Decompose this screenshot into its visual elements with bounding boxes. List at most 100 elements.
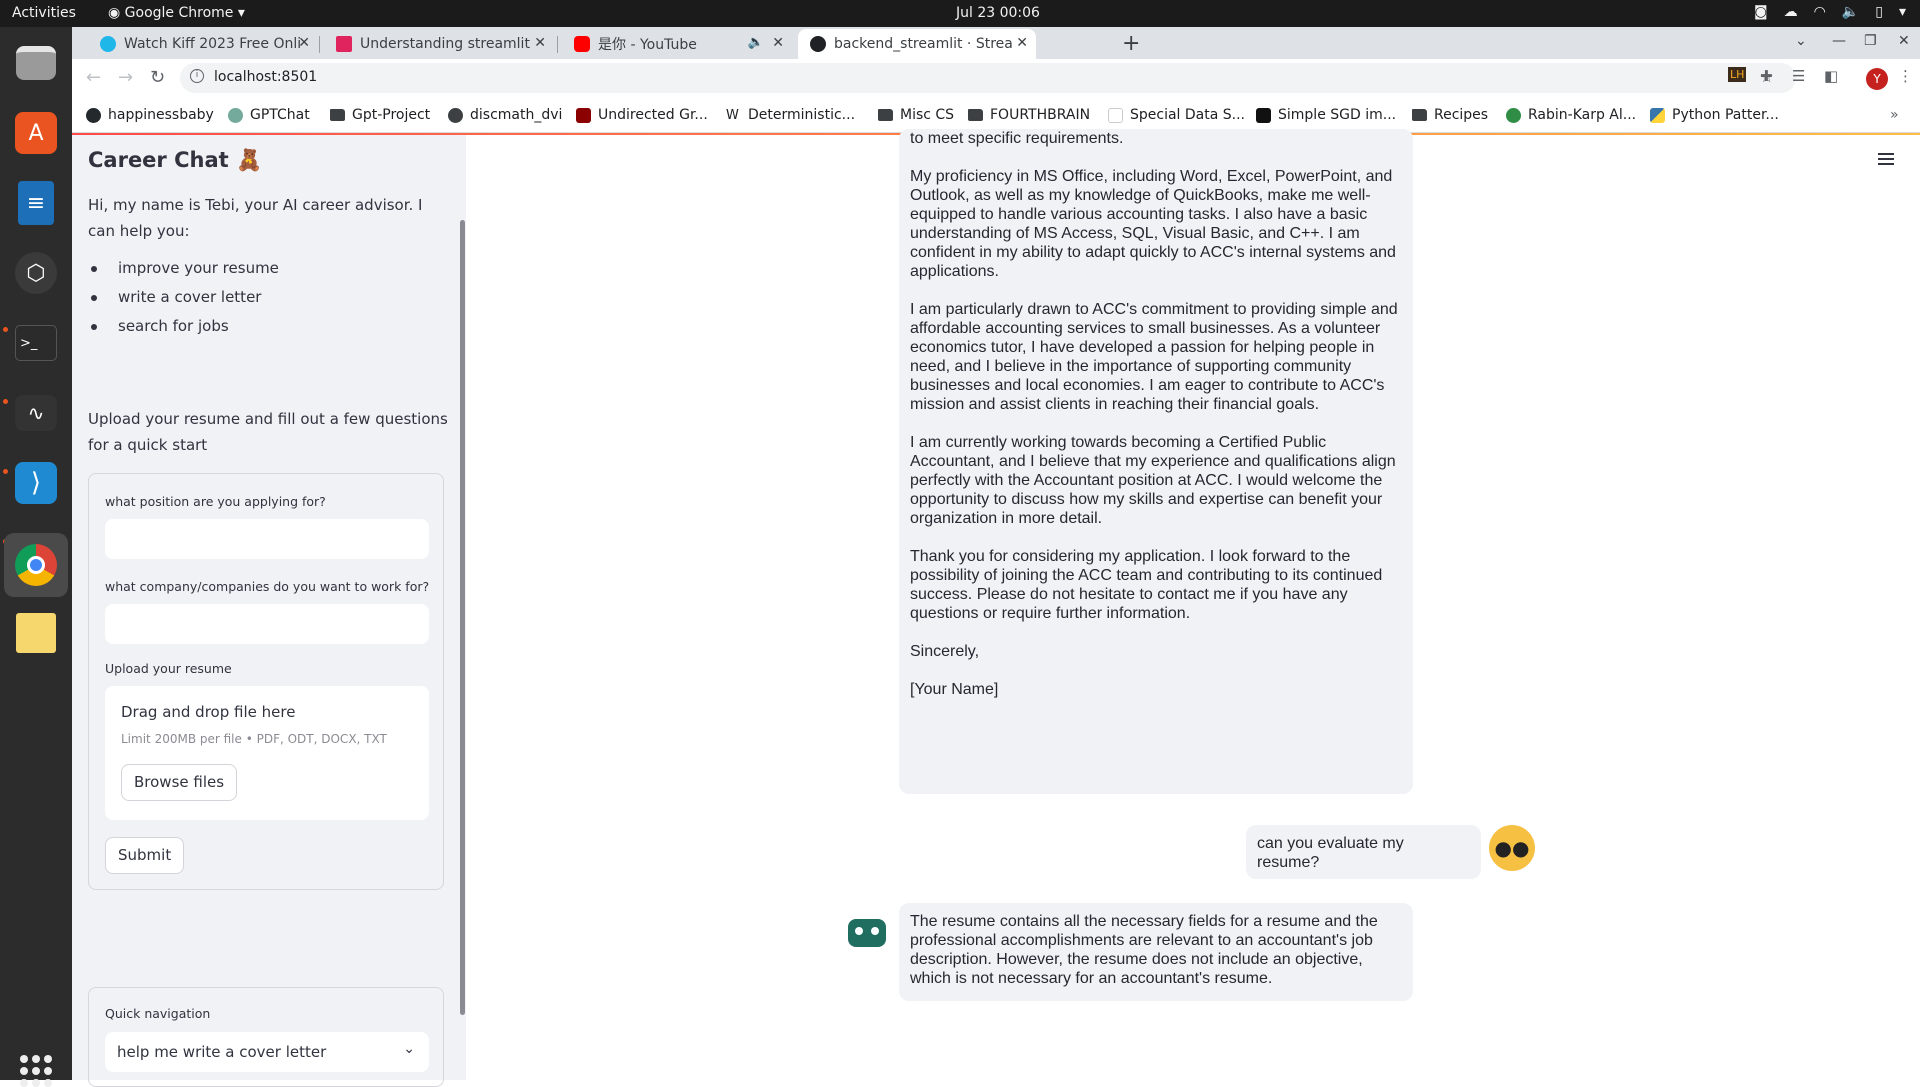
bookmark-happinessbaby[interactable]: happinessbaby <box>86 107 214 123</box>
company-input[interactable] <box>105 604 429 644</box>
tab-separator <box>557 36 558 53</box>
user-message-text: can you evaluate my resume? <box>1257 835 1404 871</box>
dock-notes[interactable] <box>8 605 64 661</box>
forward-icon[interactable]: → <box>118 67 133 88</box>
tab-understanding-streamlit[interactable]: Understanding streamlit ✕ <box>324 29 554 59</box>
wifi-icon[interactable]: ◠ <box>1814 4 1826 20</box>
clock[interactable]: Jul 23 00:06 <box>956 5 1040 21</box>
letter-paragraph: [Your Name] <box>910 681 999 698</box>
dock-files[interactable] <box>8 35 64 91</box>
assistant-message-cover-letter: to meet specific requirements. My profic… <box>899 129 1413 794</box>
volume-icon[interactable]: 🔈 <box>1842 4 1859 20</box>
site-info-icon[interactable]: i <box>190 69 204 83</box>
position-input[interactable] <box>105 519 429 559</box>
libreoffice-writer-icon: ≡ <box>18 181 54 225</box>
dock-writer[interactable]: ≡ <box>8 175 64 231</box>
reload-icon[interactable]: ↻ <box>150 67 165 88</box>
bookmark-label: Simple SGD im... <box>1278 107 1397 123</box>
close-tab-icon[interactable]: ✕ <box>772 35 784 51</box>
system-top-bar: Activities ◉ Google Chrome ▾ Jul 23 00:0… <box>0 0 1920 27</box>
tab-title: 是你 - YouTube <box>598 37 697 53</box>
bookmark-python-patterns[interactable]: Python Patter... <box>1650 107 1779 123</box>
reading-list-icon[interactable]: ☰ <box>1792 67 1805 85</box>
bookmark-label: Special Data S... <box>1130 107 1246 123</box>
dock-terminal[interactable]: >_ <box>8 315 64 371</box>
bookmark-simple-sgd[interactable]: Simple SGD im... <box>1256 107 1396 123</box>
battery-icon[interactable]: ▯ <box>1875 4 1883 20</box>
streamlit-github-icon <box>810 36 826 52</box>
bookmark-rabin-karp[interactable]: Rabin-Karp Al... <box>1506 107 1636 123</box>
browse-files-button[interactable]: Browse files <box>121 764 238 801</box>
geeksforgeeks-icon <box>1506 107 1521 123</box>
discord-tray-icon[interactable]: ◙ <box>1754 4 1768 20</box>
bookmark-special-data[interactable]: Special Data S... <box>1108 107 1245 123</box>
power-menu-icon[interactable]: ▾ <box>1899 4 1906 20</box>
close-window-icon[interactable]: ✕ <box>1898 33 1910 49</box>
close-tab-icon[interactable]: ✕ <box>1016 35 1028 51</box>
chrome-icon <box>15 544 57 586</box>
bookmark-discmath[interactable]: discmath_dvi <box>448 107 562 123</box>
app-menu[interactable]: ◉ Google Chrome ▾ <box>108 5 245 21</box>
kebab-menu-icon[interactable]: ⋮ <box>1898 67 1913 85</box>
quick-navigation-select[interactable]: help me write a cover letter ⌄ <box>105 1032 429 1072</box>
tab-search-icon[interactable]: ⌄ <box>1795 33 1807 49</box>
capabilities-list: improve your resume write a cover letter… <box>88 254 279 341</box>
new-tab-icon[interactable]: + <box>1122 31 1140 56</box>
file-dropzone[interactable]: Drag and drop file here Limit 200MB per … <box>105 686 429 820</box>
docker-tray-icon[interactable]: ☁ <box>1784 4 1798 20</box>
extensions-puzzle-icon[interactable]: ✚ <box>1760 67 1773 85</box>
minimize-icon[interactable]: — <box>1832 33 1846 49</box>
upload-instructions: Upload your resume and fill out a few qu… <box>88 410 448 454</box>
bookmarks-bar: happinessbaby GPTChat Gpt-Project discma… <box>72 99 1920 133</box>
tab-kiff[interactable]: Watch Kiff 2023 Free Onli ✕ <box>88 29 318 59</box>
youtube-icon <box>574 36 590 52</box>
bookmark-deterministic[interactable]: W Deterministic... <box>726 107 855 123</box>
main-content: to meet specific requirements. My profic… <box>466 129 1920 1080</box>
audio-playing-icon[interactable]: 🔈 <box>748 35 764 50</box>
wikipedia-icon: W <box>726 107 741 123</box>
folder-icon <box>968 109 983 121</box>
letter-paragraph: Thank you for considering my application… <box>910 548 1383 622</box>
dock-software[interactable]: A <box>8 105 64 161</box>
dock-chrome[interactable] <box>4 533 68 597</box>
restore-icon[interactable]: ❐ <box>1864 33 1877 49</box>
bookmark-recipes[interactable]: Recipes <box>1412 107 1488 123</box>
dock-unity[interactable]: ⬡ <box>8 245 64 301</box>
hamburger-menu-icon[interactable] <box>1878 153 1894 165</box>
submit-button[interactable]: Submit <box>105 837 185 874</box>
show-apps-icon[interactable] <box>20 1055 52 1087</box>
bookmark-undirected-graph[interactable]: Undirected Gr... <box>576 107 708 123</box>
list-item: write a cover letter <box>88 283 279 312</box>
back-icon[interactable]: ← <box>86 67 101 88</box>
bookmark-misc-cs[interactable]: Misc CS <box>878 107 954 123</box>
close-tab-icon[interactable]: ✕ <box>534 35 546 51</box>
tab-youtube[interactable]: 是你 - YouTube 🔈 ✕ <box>562 29 792 59</box>
tab-title: backend_streamlit · Strea <box>834 36 1013 52</box>
letter-paragraph: Sincerely, <box>910 643 980 660</box>
dock-vscode[interactable]: ⟩ <box>8 455 64 511</box>
dock-system-monitor[interactable]: ∿ <box>8 385 64 441</box>
sticky-notes-icon <box>16 613 56 653</box>
list-item: search for jobs <box>88 312 279 341</box>
letter-paragraph: I am particularly drawn to ACC's commitm… <box>910 301 1398 413</box>
side-panel-icon[interactable]: ◧ <box>1824 67 1838 85</box>
bookmark-label: Misc CS <box>900 107 955 123</box>
close-tab-icon[interactable]: ✕ <box>298 35 310 51</box>
browser-toolbar: ← → ↻ i localhost:8501 ⋖ ☆ LH ✚ ☰ ◧ Y ⋮ <box>72 59 1920 99</box>
bookmark-fourthbrain[interactable]: FOURTHBRAIN <box>968 107 1090 123</box>
url-text[interactable]: localhost:8501 <box>214 69 317 85</box>
sidebar-scrollbar[interactable] <box>460 220 465 1015</box>
more-bookmarks-icon[interactable]: » <box>1890 107 1899 123</box>
extension-lh-icon[interactable]: LH <box>1728 67 1747 82</box>
bookmark-label: GPTChat <box>250 107 310 123</box>
address-bar[interactable]: i localhost:8501 ⋖ ☆ <box>180 63 1796 93</box>
quick-start-form: what position are you applying for? what… <box>88 473 444 890</box>
profile-avatar[interactable]: Y <box>1866 68 1888 90</box>
bookmark-gptchat[interactable]: GPTChat <box>228 107 310 123</box>
system-tray[interactable]: ◙ ☁ ◠ 🔈 ▯ ▾ <box>1754 4 1906 20</box>
unity-icon: ⬡ <box>15 252 57 294</box>
crown-icon <box>336 36 352 52</box>
tab-backend-streamlit[interactable]: backend_streamlit · Strea ✕ <box>798 29 1036 59</box>
activities-button[interactable]: Activities <box>12 5 76 21</box>
bookmark-gpt-project[interactable]: Gpt-Project <box>330 107 430 123</box>
